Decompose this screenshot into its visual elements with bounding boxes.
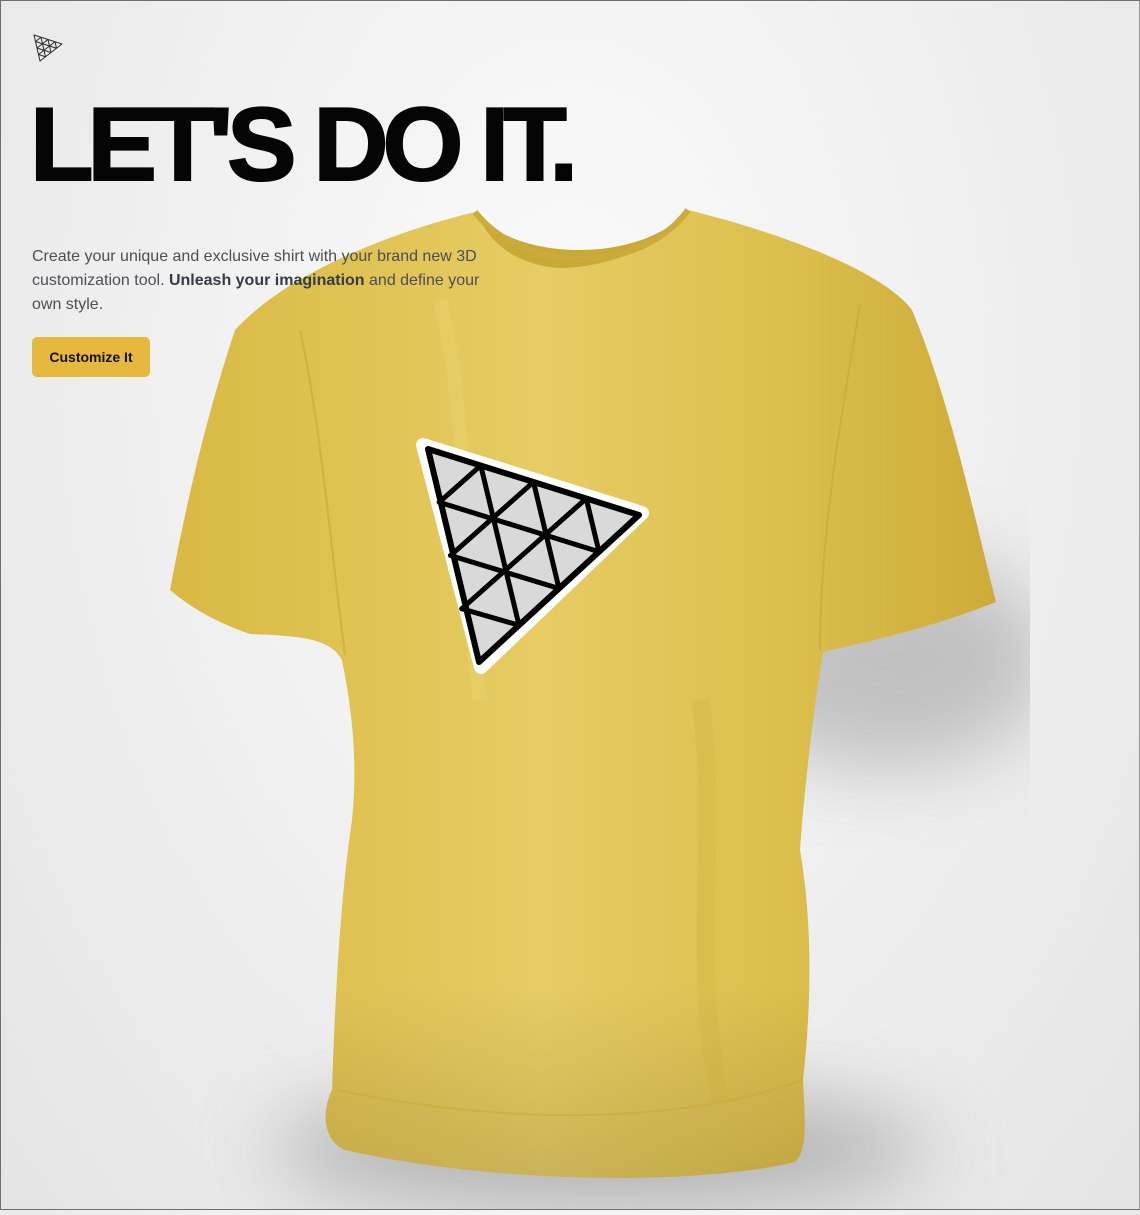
shirt-render [170,208,1050,1210]
hero-description: Create your unique and exclusive shirt w… [32,245,482,317]
hero-title: LET'S DO IT. [29,87,579,204]
shirt-3d-canvas[interactable] [150,180,1050,1210]
logo-icon[interactable] [32,33,64,63]
description-emphasis: Unleash your imagination [168,272,365,289]
customize-button[interactable]: Customize It [32,337,150,377]
